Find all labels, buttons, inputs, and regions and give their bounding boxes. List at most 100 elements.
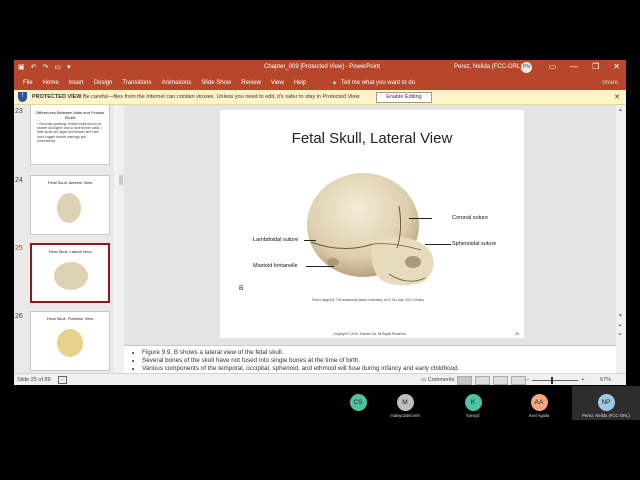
tab-animations[interactable]: Animations — [162, 80, 192, 86]
next-slide-icon[interactable]: ⏷ — [618, 332, 622, 338]
window-controls: ▭ — ❐ ✕ — [549, 62, 620, 71]
minimize-button[interactable]: — — [570, 62, 578, 71]
user-name[interactable]: Perez, Nelida (FCC-ORL) — [454, 64, 522, 70]
tab-help[interactable]: Help — [294, 80, 306, 86]
slide-canvas[interactable]: Fetal Skull, Lateral View Coronal suture… — [220, 110, 524, 338]
participant-name: kvexyd — [466, 413, 480, 418]
thumbnail-number: 23 — [15, 108, 23, 115]
slide-sorter-button[interactable] — [475, 376, 490, 385]
shield-icon: ! — [18, 92, 27, 102]
thumbnail-number: 26 — [15, 313, 23, 320]
leader-line — [425, 244, 451, 245]
thumbnail-number: 25 — [15, 245, 23, 252]
tell-me-box[interactable]: ✦ Tell me what you want to do — [332, 80, 415, 87]
editor-scrollbar[interactable]: ▲ ▼ ⏶ ⏷ — [616, 105, 626, 373]
tab-transitions[interactable]: Transitions — [122, 80, 151, 86]
image-credit: From Lalegoli B. The anatomical basis of… — [312, 298, 425, 302]
slide-thumbnail-23[interactable]: Differences Between Male and Female Skul… — [30, 105, 110, 165]
participant-name: Axel Aguila — [528, 413, 550, 418]
participant-tile[interactable]: NP Perez, Nelida (FCC-ORL) — [572, 386, 640, 420]
leader-line — [304, 240, 316, 241]
save-icon[interactable]: ▣ — [18, 63, 25, 72]
restore-button[interactable]: ❐ — [592, 62, 599, 71]
reading-view-button[interactable] — [493, 376, 508, 385]
notes-pane[interactable]: Figure 9.9, B shows a lateral view of th… — [124, 345, 616, 374]
skull-image — [57, 329, 83, 357]
slide-thumbnail-25[interactable]: Fetal Skull, Lateral View — [30, 243, 110, 303]
comment-icon: ▭ — [421, 377, 428, 383]
notes-item: Several bones of the skull have not fuse… — [142, 357, 459, 365]
zoom-track[interactable] — [532, 376, 579, 384]
start-from-beginning-icon[interactable]: ▭ — [54, 63, 61, 72]
meeting-participants-strip: CS M maloyciatmoreh K kvexyd AA Axel Agu… — [0, 386, 640, 420]
thumbnail-body: • Generally speaking, female skulls tend… — [37, 122, 103, 143]
slide-show-button[interactable] — [511, 376, 526, 385]
thumbnail-title: Fetal Skull, Posterior View — [46, 316, 94, 321]
participant-avatar: AA — [530, 394, 548, 411]
skull-image — [57, 193, 81, 223]
ribbon-tabs-bar: File Home Insert Design Transitions Anim… — [14, 76, 626, 90]
customize-qat-icon[interactable]: ▾ — [67, 63, 71, 72]
label-coronal-suture: Coronal suture — [452, 215, 489, 221]
fetal-skull-image — [307, 173, 434, 286]
slide-thumbnail-24[interactable]: Fetal Skull, Anterior View — [30, 175, 110, 235]
leader-line — [409, 218, 432, 219]
panel-letter: B — [239, 285, 244, 292]
comments-label: Comments — [427, 377, 455, 383]
participant-tile[interactable]: M maloyciatmoreh — [370, 386, 440, 420]
slide-counter: Slide 25 of 89 — [17, 377, 51, 383]
close-button[interactable]: ✕ — [613, 62, 620, 71]
undo-icon[interactable]: ↶ — [31, 63, 37, 72]
zoom-percent[interactable]: 67% — [600, 377, 611, 383]
tell-me-text: Tell me what you want to do — [341, 80, 416, 86]
label-sphenoidal-suture: Sphenoidal suture — [452, 241, 497, 247]
scrollbar-thumb[interactable] — [119, 175, 123, 185]
share-button[interactable]: Share — [602, 80, 618, 86]
title-bar: ▣ ↶ ↷ ▭ ▾ Chapter_009 [Protected View] -… — [14, 60, 626, 76]
normal-view-button[interactable] — [457, 376, 472, 385]
ribbon-display-options-icon[interactable]: ▭ — [549, 62, 557, 71]
comments-button[interactable]: ▭ Comments — [421, 377, 454, 383]
scroll-down-icon[interactable]: ▼ — [618, 313, 623, 319]
notes-list: Figure 9.9, B shows a lateral view of th… — [128, 349, 459, 373]
zoom-slider[interactable]: − + — [526, 376, 584, 384]
label-mastoid-fontanelle: Mastoid fontanelle — [253, 263, 298, 269]
participant-avatar: NP — [597, 394, 615, 411]
tab-slide-show[interactable]: Slide Show — [201, 80, 231, 86]
accessibility-icon[interactable]: ✓ — [58, 376, 67, 384]
tab-review[interactable]: Review — [241, 80, 261, 86]
copyright: Copyright © 2016, Elsevier Inc. All Righ… — [333, 332, 407, 336]
slide-thumbnail-26[interactable]: Fetal Skull, Posterior View — [30, 311, 110, 371]
slide-thumbnail-pane: 23 Differences Between Male and Female S… — [14, 105, 114, 373]
protected-view-bar: ! PROTECTED VIEW Be careful—files from t… — [14, 90, 626, 105]
scroll-up-icon[interactable]: ▲ — [618, 107, 623, 113]
powerpoint-window: ▣ ↶ ↷ ▭ ▾ Chapter_009 [Protected View] -… — [14, 60, 626, 385]
notes-item: Figure 9.9, B shows a lateral view of th… — [142, 349, 459, 357]
ribbon-tabs: File Home Insert Design Transitions Anim… — [23, 80, 306, 86]
protected-view-label: PROTECTED VIEW — [32, 94, 82, 100]
view-buttons — [457, 376, 526, 385]
close-icon[interactable]: ✕ — [614, 93, 620, 101]
lightbulb-icon: ✦ — [332, 81, 338, 87]
notes-item: Various components of the temporal, occi… — [142, 365, 459, 373]
previous-slide-icon[interactable]: ⏶ — [618, 323, 622, 329]
participant-avatar: M — [396, 394, 414, 411]
document-title: Chapter_009 [Protected View] - PowerPoin… — [264, 64, 380, 70]
tab-file[interactable]: File — [23, 80, 33, 86]
tab-home[interactable]: Home — [43, 80, 59, 86]
zoom-thumb[interactable] — [551, 376, 554, 384]
tab-insert[interactable]: Insert — [69, 80, 84, 86]
redo-icon[interactable]: ↷ — [43, 63, 49, 72]
user-avatar[interactable]: PN — [521, 62, 532, 73]
tab-design[interactable]: Design — [94, 80, 113, 86]
leader-line — [306, 266, 334, 267]
participant-name: Perez, Nelida (FCC-ORL) — [582, 413, 630, 418]
zoom-in-icon[interactable]: + — [581, 377, 584, 383]
quick-access-toolbar: ▣ ↶ ↷ ▭ ▾ — [18, 63, 71, 72]
enable-editing-button[interactable]: Enable Editing — [376, 92, 432, 103]
participant-tile[interactable]: AA Axel Aguila — [506, 386, 572, 420]
slide-page-number: 25 — [515, 332, 519, 336]
zoom-out-icon[interactable]: − — [526, 377, 529, 383]
tab-view[interactable]: View — [271, 80, 284, 86]
participant-tile[interactable]: K kvexyd — [440, 386, 506, 420]
